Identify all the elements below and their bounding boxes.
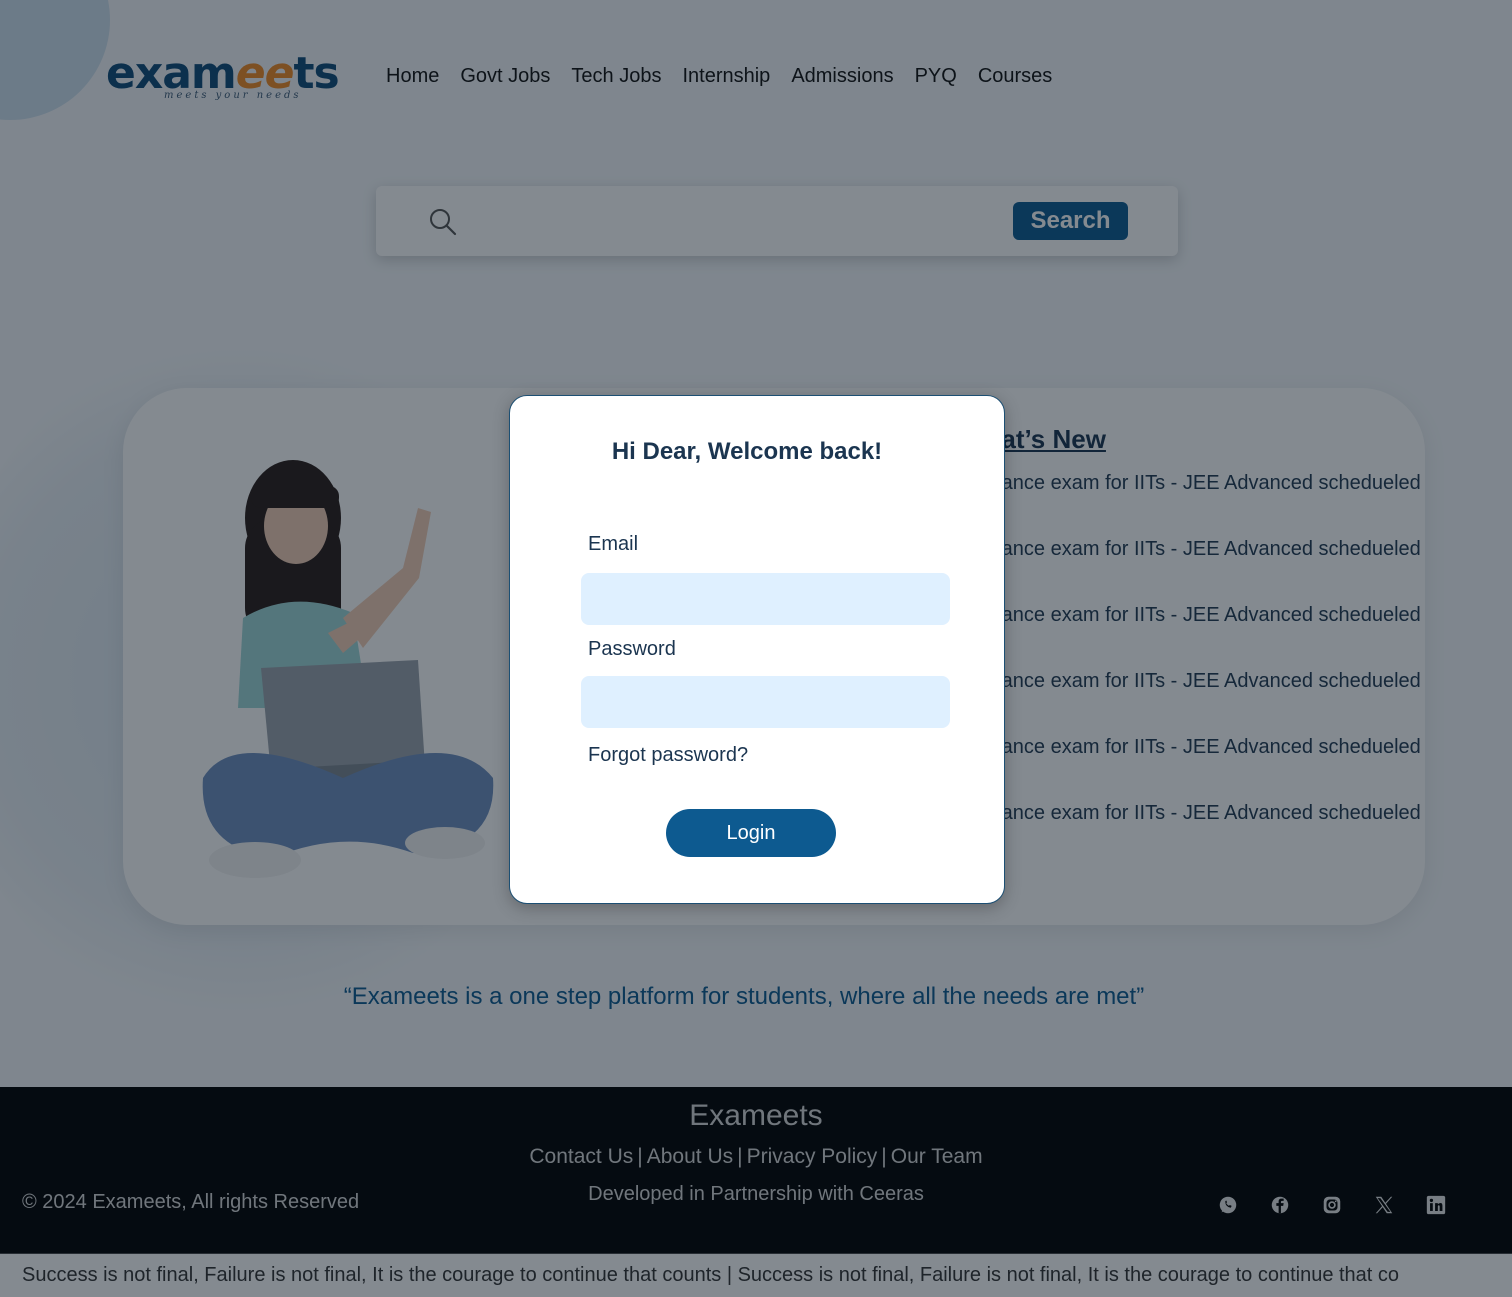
- login-modal: Hi Dear, Welcome back! Email Password Fo…: [509, 395, 1005, 904]
- password-field[interactable]: [581, 676, 950, 728]
- password-label: Password: [588, 638, 676, 660]
- forgot-password-link[interactable]: Forgot password?: [588, 744, 748, 767]
- login-button[interactable]: Login: [666, 809, 836, 857]
- email-label: Email: [588, 533, 639, 555]
- email-field[interactable]: [581, 573, 950, 625]
- modal-title: Hi Dear, Welcome back!: [611, 438, 883, 465]
